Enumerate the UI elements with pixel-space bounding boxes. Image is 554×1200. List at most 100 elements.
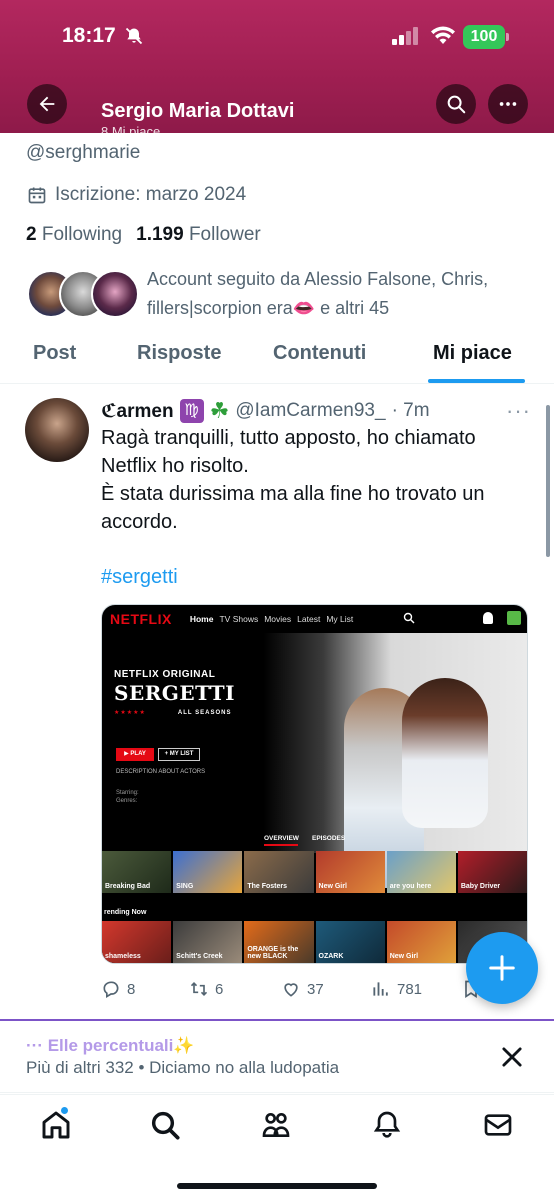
- status-bar: 18:17 100: [0, 22, 554, 52]
- netflix-nav-item: Movies: [264, 614, 292, 624]
- retweet-button[interactable]: 6: [189, 979, 223, 999]
- following-count: 2: [26, 224, 37, 245]
- netflix-description: DESCRIPTION ABOUT ACTORS: [116, 769, 206, 775]
- netflix-show-title: SERGETTI: [114, 681, 236, 705]
- header-subtitle: 8 Mi piace: [101, 124, 161, 133]
- netflix-thumbnail: The Fosters: [244, 851, 314, 893]
- netflix-tab-indicator: [264, 844, 298, 846]
- join-date-text: Iscrizione: marzo 2024: [55, 184, 247, 205]
- signal-icon: [392, 27, 418, 45]
- reply-icon: [103, 981, 119, 998]
- netflix-bell-icon: [483, 612, 493, 624]
- tweet-text: Ragà tranquilli, tutto apposto, ho chiam…: [101, 427, 485, 533]
- netflix-thumbnail: OZARK: [315, 921, 385, 963]
- netflix-logo: NETFLIX: [110, 611, 172, 627]
- profile-tabs: Post Risposte Contenuti Mi piace: [0, 330, 554, 384]
- tweet-more-icon[interactable]: ···: [506, 398, 531, 424]
- virgo-emoji-icon: ♍: [179, 399, 204, 423]
- tab-mi-piace[interactable]: Mi piace: [433, 342, 512, 365]
- follow-counts: 2 Following 1.199 Follower: [26, 224, 261, 246]
- join-date: Iscrizione: marzo 2024: [27, 184, 246, 206]
- tweet-media-image[interactable]: NETFLIX Home TV Shows Movies Latest My L…: [101, 604, 528, 964]
- tab-post[interactable]: Post: [33, 342, 76, 365]
- tweet-author-avatar[interactable]: [25, 398, 89, 462]
- tweet-actions: 8 6 37 781: [101, 976, 481, 1002]
- like-button[interactable]: 37: [281, 979, 324, 999]
- netflix-nav-item: Latest: [297, 614, 321, 624]
- bell-off-icon: [125, 27, 143, 45]
- hero-figure: [402, 678, 488, 828]
- close-icon[interactable]: [498, 1043, 526, 1071]
- views-count: 781: [397, 980, 423, 998]
- netflix-original-label: NETFLIX ORIGINAL: [114, 669, 216, 680]
- tweet-time: · 7m: [391, 400, 430, 421]
- netflix-nav-item: My List: [326, 614, 354, 624]
- netflix-starring: Starring:: [116, 790, 139, 796]
- more-horizontal-icon: [499, 102, 517, 106]
- netflix-thumbnail: are you here: [386, 851, 456, 893]
- netflix-nav-item: TV Shows: [219, 614, 259, 624]
- communities-icon[interactable]: [260, 1109, 292, 1141]
- netflix-row-2: shameless Schitt's Creek ORANGE is the n…: [102, 921, 527, 963]
- following-link[interactable]: 2 Following: [26, 224, 122, 246]
- netflix-search-icon: [403, 612, 415, 624]
- netflix-mylist-button: + MY LIST: [158, 748, 200, 761]
- netflix-meta: Starring: Genres:: [116, 789, 139, 805]
- netflix-nav-item: Home: [189, 614, 214, 624]
- more-options-button[interactable]: [488, 84, 528, 124]
- followed-by-avatars[interactable]: [27, 270, 139, 318]
- battery-indicator: 100: [463, 25, 509, 49]
- netflix-navbar: NETFLIX Home TV Shows Movies Latest My L…: [102, 605, 527, 633]
- back-button[interactable]: [27, 84, 67, 124]
- avatar: [91, 270, 139, 318]
- tweet-author-name[interactable]: ℭarmen: [101, 400, 174, 423]
- status-time: 18:17: [62, 24, 116, 47]
- bell-icon[interactable]: [371, 1109, 403, 1141]
- bottom-navigation: [0, 1094, 554, 1200]
- netflix-thumbnail: Schitt's Creek: [173, 921, 243, 963]
- mail-icon[interactable]: [482, 1109, 514, 1141]
- netflix-thumbnail: New Girl: [386, 921, 456, 963]
- followed-by-text[interactable]: Account seguito da Alessio Falsone, Chri…: [147, 265, 537, 323]
- reply-button[interactable]: 8: [101, 979, 135, 999]
- tab-risposte[interactable]: Risposte: [137, 342, 221, 365]
- reply-count: 8: [127, 980, 136, 998]
- netflix-thumbnail: ORANGE is the new BLACK: [244, 921, 314, 963]
- tab-contenuti[interactable]: Contenuti: [273, 342, 366, 365]
- netflix-hero: [102, 633, 527, 888]
- plus-icon: [489, 955, 515, 981]
- netflix-profile-icon: [507, 611, 521, 625]
- netflix-rating-stars: ★★★★★ ALL SEASONS: [114, 710, 232, 716]
- compose-post-button[interactable]: [466, 932, 538, 1004]
- search-button[interactable]: [436, 84, 476, 124]
- netflix-thumbnail: SING: [173, 851, 243, 893]
- home-indicator: [177, 1183, 377, 1189]
- tweet-header: ℭarmen ♍ ☘ @IamCarmen93_ · 7m: [101, 398, 430, 424]
- like-count: 37: [307, 980, 324, 998]
- netflix-thumbnail: Breaking Bad: [102, 851, 172, 893]
- netflix-seasons: ALL SEASONS: [177, 710, 232, 716]
- netflix-thumbnail: New Girl: [315, 851, 385, 893]
- home-notification-dot: [60, 1106, 69, 1115]
- netflix-genres: Genres:: [116, 798, 138, 804]
- followers-count: 1.199: [136, 224, 184, 245]
- retweet-icon: [190, 981, 208, 997]
- netflix-trending-label: rending Now: [104, 909, 147, 916]
- views-chart-icon: [373, 982, 388, 996]
- notification-title: ··· Elle percentuali✨: [26, 1036, 195, 1055]
- followers-link[interactable]: 1.199 Follower: [136, 224, 261, 246]
- retweet-count: 6: [215, 980, 224, 998]
- netflix-thumbnail: Baby Driver: [457, 851, 527, 893]
- clover-emoji-icon: ☘: [209, 398, 230, 423]
- tweet-author-handle[interactable]: @IamCarmen93_: [235, 400, 385, 422]
- search-icon[interactable]: [149, 1109, 181, 1141]
- following-label: Following: [41, 224, 123, 245]
- calendar-icon: [28, 187, 46, 204]
- arrow-left-icon: [39, 96, 55, 112]
- scrollbar[interactable]: [546, 405, 550, 557]
- tweet-hashtag[interactable]: #sergetti: [101, 566, 178, 589]
- active-tab-indicator: [428, 379, 525, 383]
- views-button[interactable]: 781: [371, 979, 422, 999]
- netflix-tab-episodes: EPISODES: [312, 835, 346, 842]
- space-notification[interactable]: ··· Elle percentuali✨ Più di altri 332 •…: [0, 1021, 554, 1093]
